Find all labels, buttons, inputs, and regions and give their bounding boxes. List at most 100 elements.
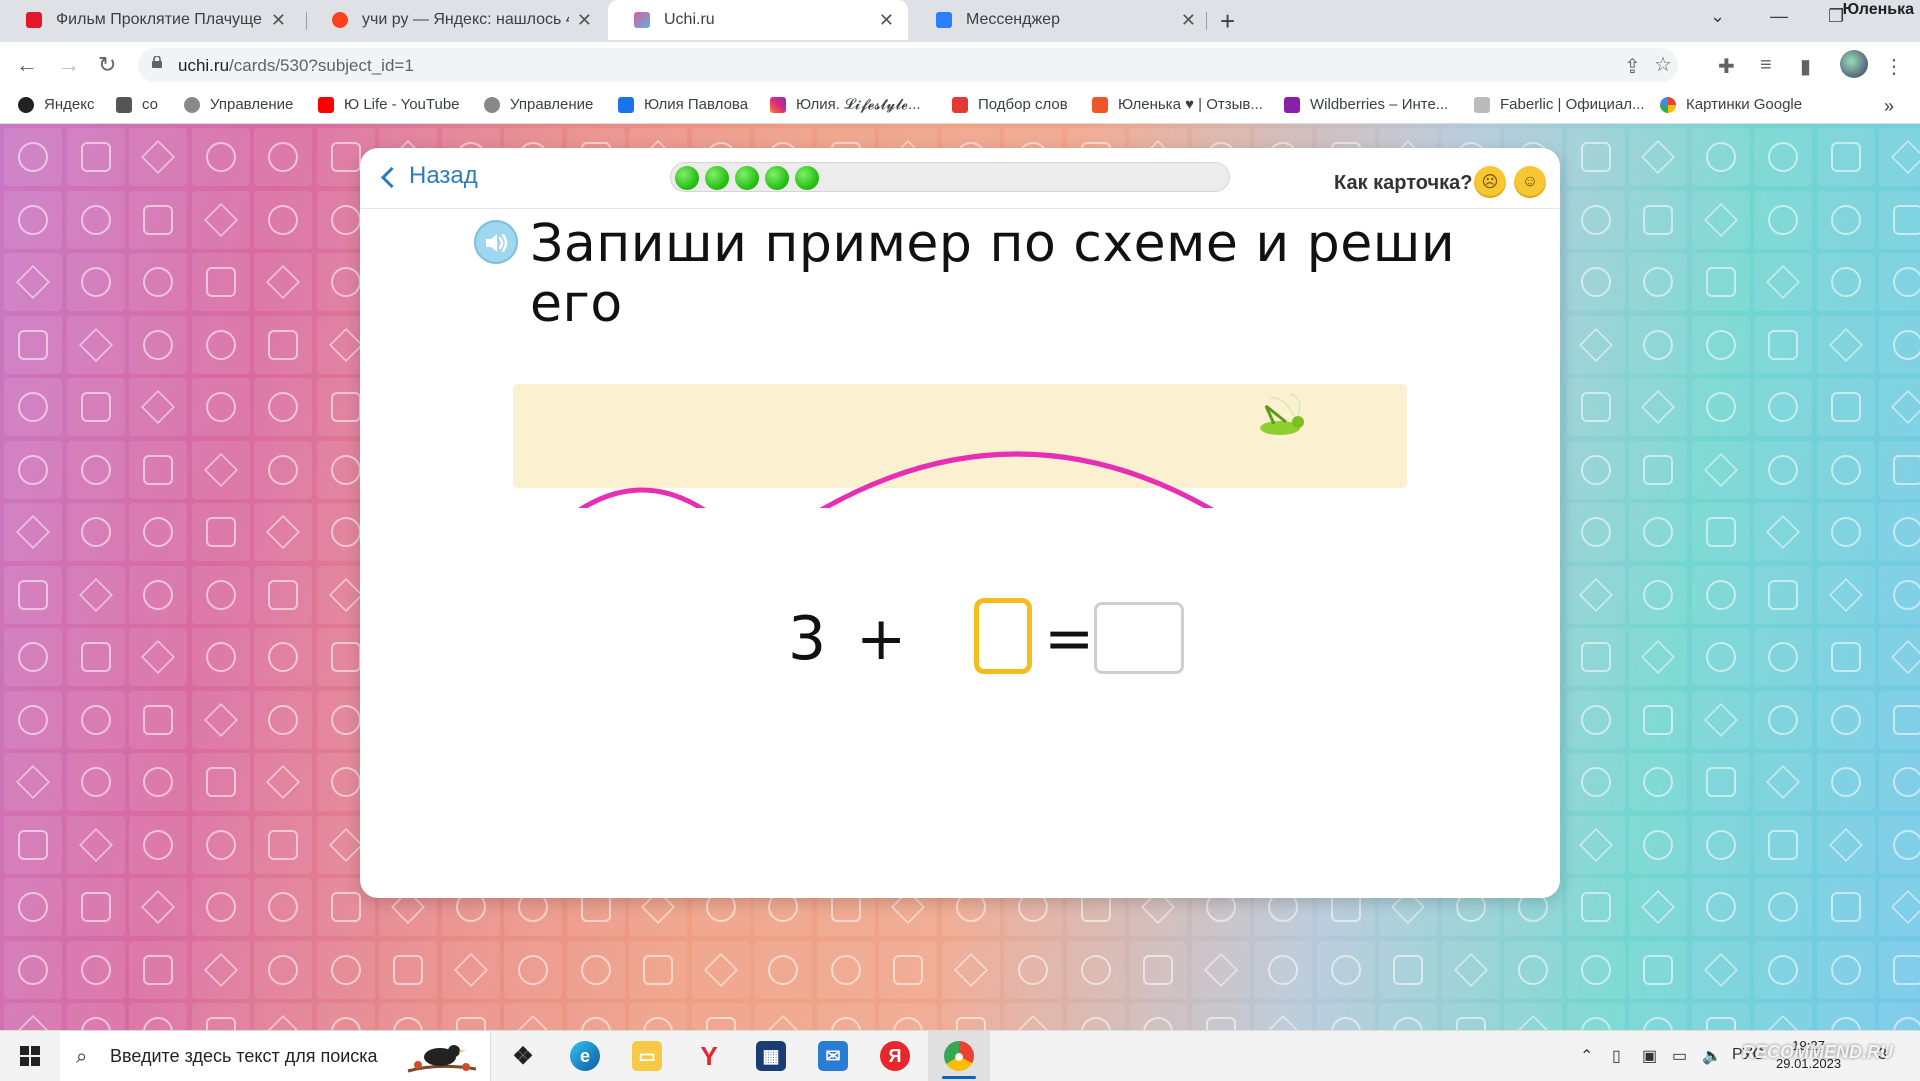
pattern-tile xyxy=(1629,315,1687,374)
reload-icon[interactable]: ↻ xyxy=(98,52,116,78)
close-icon[interactable]: ✕ xyxy=(271,10,286,31)
tab-messenger[interactable]: Мессенджер ✕ xyxy=(910,0,1210,40)
pattern-tile xyxy=(1566,253,1625,311)
bookmark-youtube[interactable]: Ю Life - YouTube xyxy=(318,96,460,113)
uchi-icon xyxy=(634,12,650,28)
bookmark-label: Юлия Павлова xyxy=(644,96,749,113)
pattern-glyph-icon xyxy=(1266,1015,1300,1030)
windows-start-icon[interactable] xyxy=(20,1046,40,1066)
more-bookmarks-icon[interactable]: » xyxy=(1884,96,1894,117)
chevron-up-icon[interactable]: ⌃ xyxy=(1580,1046,1593,1066)
pattern-glyph-icon xyxy=(1830,892,1861,922)
bookmark-podbor-slov[interactable]: Подбор слов xyxy=(952,96,1068,113)
pattern-glyph-icon xyxy=(330,892,361,922)
pattern-glyph-icon xyxy=(143,954,173,985)
mail-icon[interactable]: ✉ xyxy=(818,1041,848,1071)
close-icon[interactable]: ✕ xyxy=(577,10,592,31)
extensions-icon[interactable]: ✚ xyxy=(1718,54,1735,79)
bookmark-yandex[interactable]: Яндекс xyxy=(18,96,94,113)
pattern-tile xyxy=(191,315,250,374)
close-icon[interactable]: ✕ xyxy=(1181,10,1196,31)
file-explorer-icon[interactable]: ▭ xyxy=(632,1041,662,1071)
pattern-tile xyxy=(254,940,312,999)
bookmark-faberlic[interactable]: Faberlic | Официал... xyxy=(1474,96,1645,113)
pattern-glyph-icon xyxy=(580,1017,611,1030)
back-arrow-icon[interactable]: ← xyxy=(16,52,38,78)
pattern-glyph-icon xyxy=(80,142,111,172)
tab-search-icon[interactable]: ⌄ xyxy=(1710,6,1725,27)
pattern-tile xyxy=(4,753,62,811)
store-icon[interactable]: ▦ xyxy=(756,1041,786,1071)
pattern-glyph-icon xyxy=(1768,142,1798,172)
bookmark-otzyv[interactable]: Юленька ♥ | Отзыв... xyxy=(1092,96,1263,113)
menu-kebab-icon[interactable]: ⋮ xyxy=(1884,54,1904,79)
tab-yandex-search[interactable]: учи ру — Яндекс: нашлось 4 ты ✕ xyxy=(306,0,606,40)
side-panel-icon[interactable]: ▮ xyxy=(1800,54,1811,79)
pattern-glyph-icon xyxy=(205,329,236,360)
bookmark-upravlenie-1[interactable]: Управление xyxy=(184,96,293,113)
angry-face-icon[interactable]: ☹ xyxy=(1474,166,1506,198)
pattern-tile xyxy=(191,753,250,811)
pattern-glyph-icon xyxy=(16,515,50,549)
device-icon[interactable]: ▯ xyxy=(1612,1046,1621,1066)
bookmark-google-images[interactable]: Картинки Google xyxy=(1660,96,1802,113)
pattern-tile xyxy=(1691,815,1750,874)
new-tab-button[interactable]: + xyxy=(1220,6,1235,37)
pattern-glyph-icon xyxy=(1578,327,1613,362)
pattern-glyph-icon xyxy=(1768,329,1798,360)
pattern-tile xyxy=(1566,315,1625,374)
bookmark-label: Юленька ♥ | Отзыв... xyxy=(1118,96,1263,113)
bookmark-co[interactable]: со xyxy=(116,96,158,113)
close-icon[interactable]: ✕ xyxy=(879,10,894,31)
omnibox[interactable]: uchi.ru/cards/530?subject_id=1 ⇪ ☆ xyxy=(138,48,1678,82)
speaker-button[interactable] xyxy=(474,220,518,264)
yandex-browser-icon[interactable]: Y xyxy=(694,1041,724,1071)
taskbar-search-box[interactable]: ⌕ Введите здесь текст для поиска xyxy=(60,1031,491,1081)
smile-face-icon[interactable]: ☺ xyxy=(1514,166,1546,198)
pattern-glyph-icon xyxy=(953,952,988,987)
pattern-glyph-icon xyxy=(1891,140,1920,174)
answer-box-addend[interactable] xyxy=(974,598,1032,674)
back-button[interactable]: Назад xyxy=(380,162,478,190)
tab-film[interactable]: Фильм Проклятие Плачущей. В ✕ xyxy=(0,0,300,40)
pattern-glyph-icon xyxy=(268,579,298,610)
pattern-glyph-icon xyxy=(1893,704,1920,735)
pattern-tile xyxy=(1816,253,1875,311)
windows-taskbar: ⌕ Введите здесь текст для поиска ❖ e ▭ Y… xyxy=(0,1030,1920,1081)
bookmark-upravlenie-2[interactable]: Управление xyxy=(484,96,593,113)
jump-arc xyxy=(819,451,1214,508)
progress-dot xyxy=(705,166,729,190)
yandex-icon[interactable]: Я xyxy=(880,1041,910,1071)
reading-list-icon[interactable]: ≡ xyxy=(1760,54,1772,77)
pattern-tile xyxy=(191,940,250,999)
volume-icon[interactable]: 🔈 xyxy=(1702,1046,1722,1066)
youtube-icon xyxy=(318,96,334,113)
bookmark-instagram[interactable]: Юлия. 𝓛𝓲𝓯𝓮𝓼𝓽𝔂𝓵𝓮... xyxy=(770,96,921,113)
pattern-tile xyxy=(441,1003,500,1030)
chrome-icon[interactable]: ● xyxy=(944,1041,974,1071)
pattern-glyph-icon xyxy=(705,1017,736,1030)
share-icon[interactable]: ⇪ xyxy=(1624,54,1641,79)
pattern-tile xyxy=(4,503,62,561)
pattern-glyph-icon xyxy=(266,265,300,299)
pattern-glyph-icon xyxy=(18,579,48,610)
pattern-glyph-icon xyxy=(1766,265,1800,299)
dropbox-icon[interactable]: ❖ xyxy=(508,1041,538,1071)
pattern-glyph-icon xyxy=(830,954,861,985)
bookmark-wildberries[interactable]: Wildberries – Инте... xyxy=(1284,96,1448,113)
progress-dot xyxy=(795,166,819,190)
edge-icon[interactable]: e xyxy=(570,1041,600,1071)
bookmark-star-icon[interactable]: ☆ xyxy=(1654,52,1672,77)
battery-icon[interactable]: ▭ xyxy=(1672,1046,1687,1066)
forward-arrow-icon[interactable]: → xyxy=(58,52,80,78)
pattern-tile xyxy=(1816,565,1875,624)
bookmark-yulia-pavlova[interactable]: Юлия Павлова xyxy=(618,96,748,113)
pattern-glyph-icon xyxy=(18,704,48,735)
pattern-tile xyxy=(1379,1003,1437,1030)
camera-icon[interactable]: ▣ xyxy=(1642,1046,1657,1066)
answer-box-sum[interactable] xyxy=(1094,602,1184,674)
pattern-tile xyxy=(1691,253,1750,311)
profile-avatar[interactable] xyxy=(1840,50,1868,78)
minimize-icon[interactable]: — xyxy=(1770,6,1788,27)
tab-uchi[interactable]: Uchi.ru ✕ xyxy=(608,0,908,40)
